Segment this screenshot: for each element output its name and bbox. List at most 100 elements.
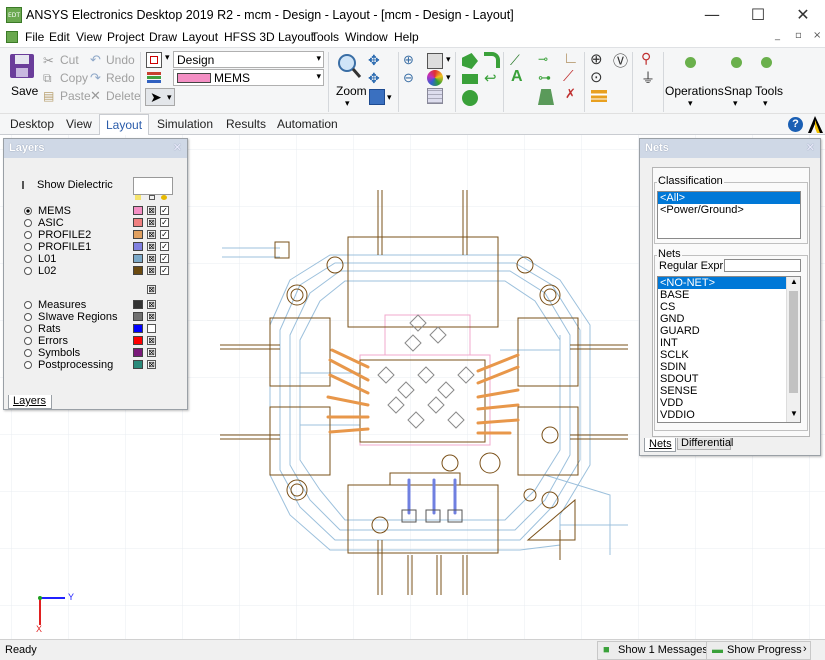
layer-row-mems[interactable]: MEMS [24, 205, 71, 217]
list-item[interactable]: GND [658, 313, 800, 325]
tab-simulation[interactable]: Simulation [157, 117, 213, 131]
snap-button[interactable]: Snap [724, 84, 752, 98]
layer-color-swatch[interactable] [133, 312, 143, 321]
design-icon-dropdown[interactable]: ▾ [165, 52, 170, 63]
paste-button[interactable]: Paste [60, 89, 91, 103]
list-item[interactable]: VDD [658, 397, 800, 409]
layer-row-l02[interactable]: L02 [24, 265, 56, 277]
layer-radio[interactable] [24, 255, 32, 263]
draw-line-icon[interactable]: ⟋ [510, 52, 526, 68]
zoom-button[interactable] [336, 52, 362, 80]
scroll-up-icon[interactable]: ▲ [790, 277, 798, 286]
delete-button[interactable]: Delete [106, 89, 141, 103]
layer-radio[interactable] [24, 361, 32, 369]
layer-radio[interactable] [24, 219, 32, 227]
list-item[interactable]: INT [658, 337, 800, 349]
layer-color-swatch[interactable] [133, 360, 143, 369]
excitation-icon[interactable]: ⊙ [590, 68, 606, 86]
draw-circle-icon[interactable] [462, 90, 478, 106]
chevron-down-icon[interactable]: ▾ [446, 72, 451, 83]
close-button[interactable]: ✕ [780, 0, 825, 30]
layer-fill-checkbox[interactable]: ⊠ [147, 206, 156, 215]
cut-button[interactable]: Cut [60, 53, 79, 67]
tab-differential[interactable]: Differential [677, 438, 733, 450]
text-icon[interactable]: A [511, 68, 527, 85]
show-messages-button[interactable]: ■ Show 1 Messages [597, 641, 717, 660]
list-item[interactable]: <All> [658, 192, 800, 204]
layer-radio[interactable] [24, 243, 32, 251]
tab-layout[interactable]: Layout [99, 114, 150, 136]
scroll-thumb[interactable] [789, 291, 798, 393]
layer-fill-checkbox[interactable]: ⊠ [147, 266, 156, 275]
layer-color-swatch[interactable] [133, 230, 143, 239]
copy-button[interactable]: Copy [60, 71, 88, 85]
component-icon[interactable]: ⊶ [538, 70, 554, 86]
classification-list[interactable]: <All> <Power/Ground> [657, 191, 801, 239]
nets-list-scrollbar[interactable]: ▲ ▼ [786, 277, 800, 422]
regex-input[interactable] [724, 259, 801, 272]
menu-project[interactable]: Project [107, 30, 144, 44]
select-tool-button[interactable]: ➤ ▾ [145, 88, 175, 106]
layer-row-asic[interactable]: ASIC [24, 217, 64, 229]
voltage-probe-icon[interactable]: Ⓥ [613, 50, 629, 70]
chevron-down-icon[interactable]: ▾ [688, 98, 693, 109]
layout-canvas[interactable]: Y X Layers ✕ Show Dielectric MEMS ASIC PR… [0, 135, 825, 639]
document-icon[interactable] [6, 31, 18, 43]
layer-fill-checkbox[interactable]: ⊠ [147, 230, 156, 239]
mdi-restore-button[interactable]: ▫ [795, 30, 802, 41]
menu-draw[interactable]: Draw [149, 30, 177, 44]
draw-rectangle-icon[interactable] [462, 74, 478, 84]
undo-button[interactable]: Undo [106, 53, 135, 67]
menu-window[interactable]: Window [345, 30, 388, 44]
scroll-down-icon[interactable]: ▼ [790, 409, 798, 418]
layer-radio[interactable] [24, 207, 32, 215]
layer-visible-checkbox[interactable]: ✓ [160, 218, 169, 227]
layer-visible-checkbox[interactable]: ✓ [160, 242, 169, 251]
chevron-down-icon[interactable]: ▾ [733, 98, 738, 109]
layer-visible-checkbox[interactable]: ✓ [160, 254, 169, 263]
zoom-out-icon[interactable]: ⊖ [403, 70, 419, 86]
via-icon[interactable]: ⊸ [538, 52, 554, 68]
layer-visible-checkbox[interactable]: ⊠ [147, 348, 156, 357]
layer-dropdown[interactable]: MEMS ▾ [173, 69, 324, 86]
trace-icon[interactable]: ∟ [563, 50, 579, 67]
layer-color-swatch[interactable] [133, 266, 143, 275]
layer-color-swatch[interactable] [133, 254, 143, 263]
list-item[interactable]: SCLK [658, 349, 800, 361]
show-progress-button[interactable]: ▬ Show Progress [706, 641, 811, 660]
color-wheel-icon[interactable] [427, 70, 443, 86]
layer-row-profile2[interactable]: PROFILE2 [24, 229, 91, 241]
pin-icon[interactable]: ⚲ [641, 50, 657, 66]
layer-visible-checkbox[interactable]: ✓ [160, 266, 169, 275]
tab-desktop[interactable]: Desktop [10, 117, 54, 131]
draw-polygon-icon[interactable] [462, 53, 478, 69]
layer-fill-checkbox[interactable]: ⊠ [147, 254, 156, 263]
mdi-close-button[interactable]: × [813, 30, 821, 41]
layer-radio[interactable] [24, 301, 32, 309]
list-item[interactable]: GUARD [658, 325, 800, 337]
rotate-icon[interactable]: ✥ [368, 70, 384, 86]
layer-row-l01[interactable]: L01 [24, 253, 56, 265]
design-dropdown[interactable]: Design ▾ [173, 51, 324, 68]
help-icon[interactable]: ? [788, 117, 803, 132]
layer-visible-checkbox[interactable] [147, 324, 156, 333]
chevron-down-icon[interactable]: ▾ [446, 54, 451, 65]
layer-visible-checkbox[interactable]: ⊠ [147, 312, 156, 321]
layer-row-profile1[interactable]: PROFILE1 [24, 241, 91, 253]
redo-button[interactable]: Redo [106, 71, 135, 85]
package-icon[interactable] [538, 89, 554, 105]
layer-visible-checkbox[interactable]: ⊠ [147, 360, 156, 369]
view-settings-icon[interactable] [427, 53, 443, 69]
fit-all-icon[interactable] [369, 89, 385, 105]
zoom-label[interactable]: Zoom [336, 84, 367, 98]
layer-visible-checkbox[interactable]: ⊠ [147, 336, 156, 345]
close-icon[interactable]: ✕ [806, 141, 815, 154]
layer-color-swatch[interactable] [133, 300, 143, 309]
tab-view[interactable]: View [66, 117, 92, 131]
menu-edit[interactable]: Edit [49, 30, 70, 44]
layer-radio[interactable] [24, 349, 32, 357]
pan-icon[interactable]: ✥ [368, 52, 384, 68]
tab-nets[interactable]: Nets [644, 438, 676, 452]
layer-visible-checkbox[interactable]: ✓ [160, 206, 169, 215]
menu-help[interactable]: Help [394, 30, 419, 44]
